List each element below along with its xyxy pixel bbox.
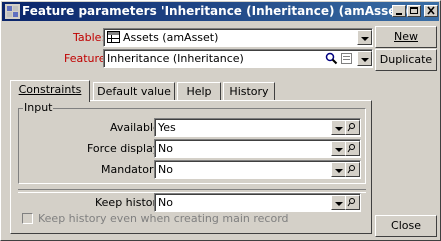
zoom-button[interactable] [345,162,360,177]
tab-default-value[interactable]: Default value [93,82,175,101]
tab-label: History [229,85,269,98]
force-display-value: No [158,142,173,155]
close-button[interactable]: Close [375,215,437,237]
force-display-select[interactable]: No [154,139,361,158]
feature-field[interactable]: Inheritance (Inheritance) [103,49,373,68]
title-bar[interactable]: Feature parameters 'Inheritance (Inherit… [2,2,439,21]
close-window-button[interactable] [424,5,438,17]
table-label: Table: [73,31,106,44]
chevron-down-icon[interactable] [331,141,346,156]
zoom-button[interactable] [345,195,360,210]
mandatory-select[interactable]: No [154,160,361,179]
keep-history-value: No [158,196,173,209]
search-icon [347,165,355,174]
table-value: Assets (amAsset) [123,31,219,44]
table-icon [107,31,120,43]
tab-label: Default value [97,85,171,98]
table-select[interactable]: Assets (amAsset) [103,28,373,47]
available-value: Yes [158,121,176,134]
search-icon [347,123,355,132]
mandatory-value: No [158,163,173,176]
chevron-down-icon[interactable] [331,195,346,210]
force-display-label: Force display: [87,142,163,155]
available-select[interactable]: Yes [154,118,361,137]
zoom-button[interactable] [345,120,360,135]
new-button[interactable]: New [375,26,437,48]
window-title: Feature parameters 'Inheritance (Inherit… [22,4,412,18]
tab-label: Help [186,85,212,98]
search-icon [347,144,355,153]
minimize-button[interactable] [392,5,406,17]
detail-icon[interactable] [340,52,353,65]
group-title: Input [23,101,54,114]
keep-history-main-label: Keep history even when creating main rec… [38,212,289,225]
feature-value: Inheritance (Inheritance) [107,52,244,65]
app-icon [5,4,20,19]
search-icon [347,198,355,207]
duplicate-button-label: Duplicate [379,53,433,66]
chevron-down-icon[interactable] [331,162,346,177]
tab-history[interactable]: History [223,82,275,101]
chevron-down-icon[interactable] [357,51,372,66]
tab-help[interactable]: Help [177,82,221,101]
keep-history-select[interactable]: No [154,193,361,212]
tab-label: Constraints [18,83,82,96]
zoom-button[interactable] [345,141,360,156]
search-icon[interactable] [325,52,338,65]
chevron-down-icon[interactable] [357,30,372,45]
maximize-button[interactable] [407,5,421,17]
minimize-icon [396,13,402,15]
tab-constraints[interactable]: Constraints [10,80,90,102]
dialog-window: Feature parameters 'Inheritance (Inherit… [0,0,441,241]
duplicate-button[interactable]: Duplicate [375,49,437,71]
chevron-down-icon[interactable] [331,120,346,135]
new-button-label: New [394,30,418,43]
keep-history-main-checkbox[interactable] [22,213,33,224]
close-icon [427,6,435,15]
close-button-label: Close [391,219,421,232]
maximize-icon [410,7,418,14]
